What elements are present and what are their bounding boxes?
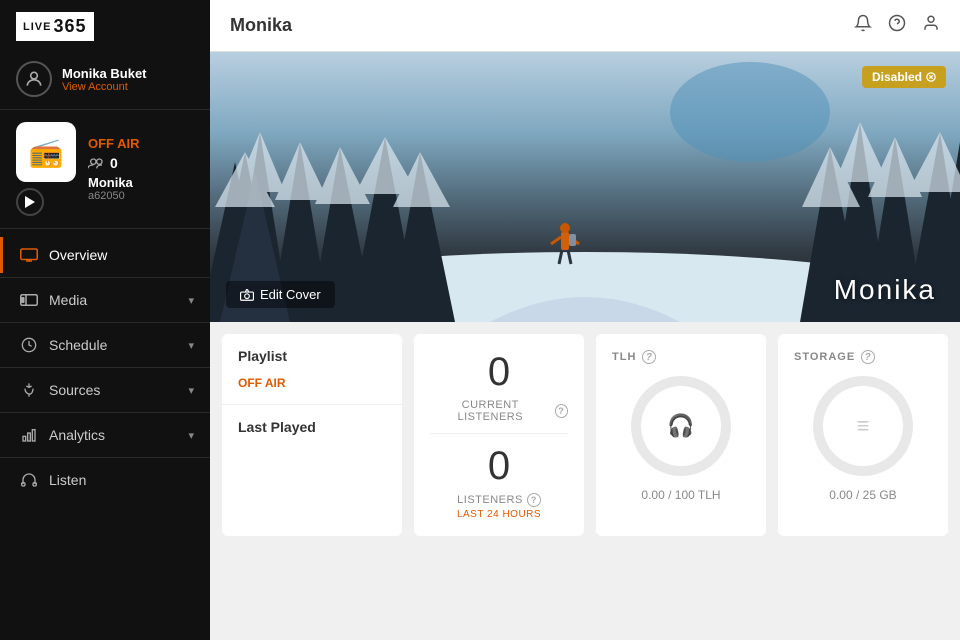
current-listeners-label: CURRENT LISTENERS ? [430,399,568,423]
storage-header: STORAGE ? [794,350,875,364]
analytics-chevron-icon: ▾ [188,429,194,442]
last-played-section: Last Played [222,405,402,461]
sidebar-item-sources-label: Sources [49,382,178,398]
nav-items: Overview Media ▾ Sc [0,229,210,640]
storage-donut: ≡ [813,376,913,476]
page-title: Monika [230,15,292,36]
disabled-badge-text: Disabled [872,70,922,84]
edit-cover-button[interactable]: Edit Cover [226,281,335,308]
sidebar: LIVE 365 Monika Buket View Account 📻 [0,0,210,640]
sidebar-item-schedule[interactable]: Schedule ▾ [0,327,210,363]
last-played-title: Last Played [238,419,386,435]
plug-icon [19,382,39,398]
camera-icon [240,288,254,302]
media-icon [19,293,39,307]
last24-listeners-info-icon: ? [527,493,541,507]
headphone-icon [19,472,39,488]
account-name: Monika Buket [62,66,147,81]
tlh-donut-container: 🎧 [631,376,731,476]
topbar: Monika [210,0,960,52]
storage-donut-container: ≡ [813,376,913,476]
last24-listeners-label: LISTENERS ? [430,493,568,507]
help-icon[interactable] [888,14,906,37]
listener-count: 0 [110,155,118,171]
tlh-card: TLH ? 🎧 0.00 / 100 TLH [596,334,766,536]
edit-cover-label: Edit Cover [260,287,321,302]
storage-value-label: 0.00 / 25 GB [829,488,896,502]
sources-chevron-icon: ▾ [188,384,194,397]
radio-icon: 📻 [29,136,64,169]
sidebar-item-listen[interactable]: Listen [0,462,210,498]
sidebar-item-listen-label: Listen [49,472,194,488]
nav-divider-2 [0,322,210,323]
sidebar-item-analytics[interactable]: Analytics ▾ [0,417,210,453]
main-content: Monika [210,0,960,640]
playlist-section: Playlist OFF AIR [222,334,402,405]
avatar [16,61,52,97]
storage-info-icon: ? [861,350,875,364]
account-section: Monika Buket View Account [0,53,210,110]
clock-icon [19,337,39,353]
station-card: 📻 OFF AIR 0 Monika a62050 [0,110,210,229]
schedule-chevron-icon: ▾ [188,339,194,352]
station-status: OFF AIR [88,136,140,151]
sidebar-item-analytics-label: Analytics [49,427,178,443]
view-account-link[interactable]: View Account [62,81,147,93]
monitor-icon [19,248,39,262]
nav-divider-1 [0,277,210,278]
tlh-info-icon: ? [642,350,656,364]
sidebar-item-media[interactable]: Media ▾ [0,282,210,318]
station-code: a62050 [88,190,140,202]
storage-card: STORAGE ? ≡ 0.00 / 25 GB [778,334,948,536]
content-area: Disabled Monika Edit Cover [210,52,960,640]
logo-365-text: 365 [53,16,86,37]
tlh-header: TLH ? [612,350,656,364]
logo-area: LIVE 365 [0,0,210,53]
chart-icon [19,427,39,443]
topbar-icons [854,14,940,37]
live365-logo: LIVE 365 [16,12,94,41]
media-chevron-icon: ▾ [188,294,194,307]
stats-grid: Playlist OFF AIR Last Played 0 CURRENT L… [210,322,960,548]
nav-divider-5 [0,457,210,458]
tlh-donut-icon: 🎧 [667,413,694,439]
nav-divider-4 [0,412,210,413]
current-listeners-info-icon: ? [555,404,568,418]
play-button[interactable] [16,188,44,216]
left-stat-card: Playlist OFF AIR Last Played [222,334,402,536]
station-icon-box: 📻 [16,122,76,182]
last24-listeners-value: 0 [430,444,568,489]
user-icon[interactable] [922,14,940,37]
playlist-title: Playlist [238,348,386,364]
station-name: Monika [88,175,140,190]
cover-station-name: Monika [834,274,936,306]
listeners-card: 0 CURRENT LISTENERS ? 0 LISTENERS ? LAST… [414,334,584,536]
listeners-divider [430,433,568,434]
last24-sublabel: LAST 24 HOURS [430,509,568,520]
nav-divider-3 [0,367,210,368]
sidebar-item-sources[interactable]: Sources ▾ [0,372,210,408]
logo-live-text: LIVE [23,21,51,33]
current-listeners-value: 0 [430,350,568,395]
bell-icon[interactable] [854,14,872,37]
sidebar-item-schedule-label: Schedule [49,337,178,353]
tlh-donut: 🎧 [631,376,731,476]
listeners-row: 0 [88,155,140,171]
sidebar-item-overview[interactable]: Overview [0,237,210,273]
storage-donut-icon: ≡ [857,413,870,439]
disabled-badge: Disabled [862,66,946,88]
playlist-status: OFF AIR [238,376,386,390]
cover-container: Disabled Monika Edit Cover [210,52,960,322]
sidebar-item-overview-label: Overview [49,247,194,263]
tlh-value-label: 0.00 / 100 TLH [641,488,720,502]
sidebar-item-media-label: Media [49,292,178,308]
